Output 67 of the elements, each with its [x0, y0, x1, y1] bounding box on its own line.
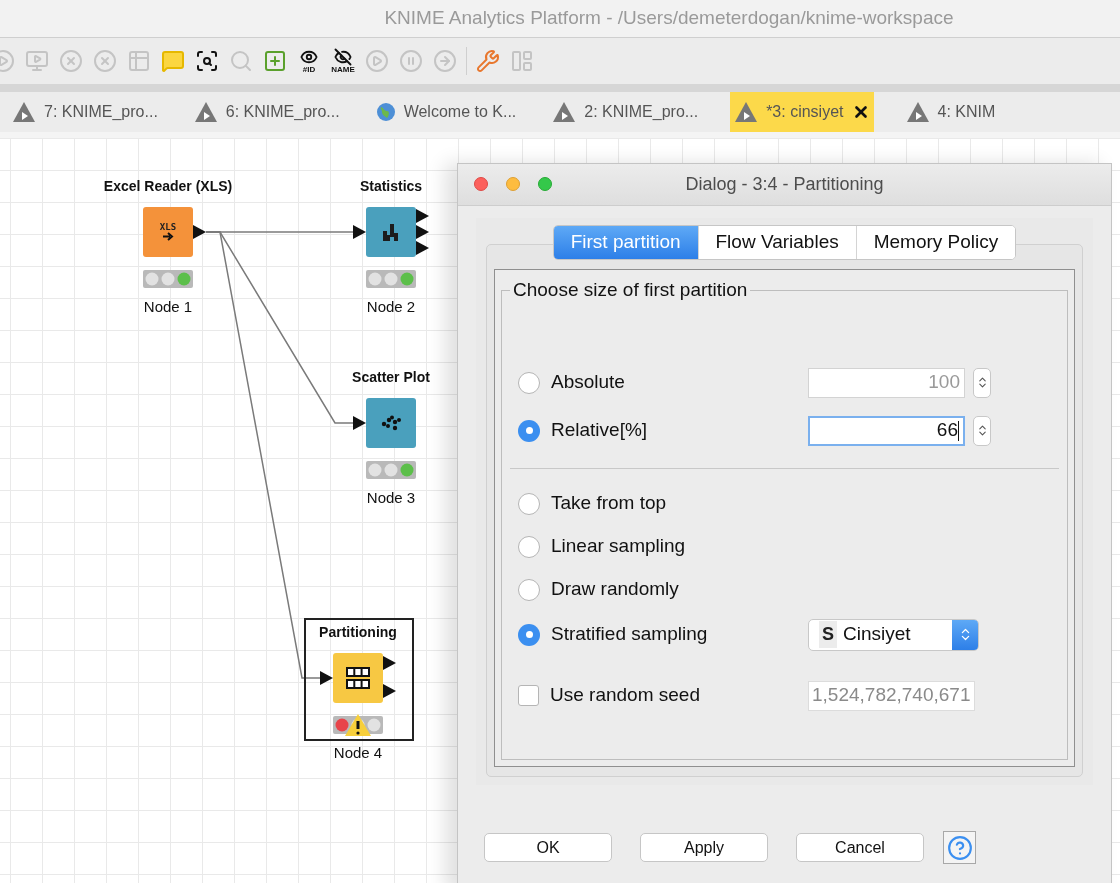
node-name: Partitioning: [319, 623, 397, 642]
maximize-button[interactable]: [538, 177, 552, 191]
node-label: Node 2: [366, 297, 416, 317]
magnifier-icon[interactable]: [195, 49, 219, 73]
radio-button[interactable]: [518, 535, 540, 558]
eye-icon: [300, 48, 318, 66]
dialog-tab[interactable]: Memory Policy: [855, 226, 1016, 259]
editor-tab[interactable]: 6: KNIME_pro...: [189, 92, 344, 132]
radio-button[interactable]: [518, 578, 540, 601]
node-label: Node 3: [366, 488, 416, 508]
group-title: Choose size of first partition: [512, 278, 749, 302]
arrow-icon: [162, 232, 174, 241]
wrench-icon[interactable]: [476, 49, 500, 73]
toolbar-button[interactable]: #ID: [292, 44, 326, 78]
number-field[interactable]: 66: [808, 415, 965, 446]
radio-label: Take from top: [551, 491, 667, 516]
editor-tab[interactable]: 2: KNIME_pro...: [548, 92, 703, 132]
node-name: Excel Reader (XLS): [103, 177, 233, 196]
node-box[interactable]: [366, 207, 416, 257]
crossed-eye-icon: [334, 48, 352, 66]
checkbox-label: Use random seed: [550, 683, 700, 708]
window-title: KNIME Analytics Platform - /Users/demeterdogan/knime-workspace: [384, 6, 954, 31]
globe-icon: [375, 102, 396, 122]
comment-icon[interactable]: [161, 49, 185, 73]
editor-tab[interactable]: 4: KNIM: [901, 92, 1000, 132]
spinner-buttons[interactable]: [973, 415, 991, 446]
help-button[interactable]: [943, 831, 976, 864]
dropdown-arrows[interactable]: [952, 619, 978, 650]
workflow-icon: [905, 101, 930, 123]
dialog-button[interactable]: Apply: [640, 833, 768, 862]
dialog-button[interactable]: OK: [484, 833, 612, 862]
toolbar-button[interactable]: NAME: [326, 44, 360, 78]
node-box[interactable]: [333, 653, 383, 703]
node-name: Scatter Plot: [352, 368, 430, 387]
radio-label: Linear sampling: [551, 534, 686, 559]
spinner-buttons[interactable]: [973, 367, 991, 398]
dialog-title: Dialog - 3:4 - Partitioning: [685, 173, 884, 196]
column-dropdown[interactable]: S Cinsiyet: [808, 618, 979, 651]
workflow-icon: [734, 101, 759, 123]
workflow-icon: [12, 101, 36, 123]
node-label: Node 1: [143, 297, 193, 317]
close-window-button[interactable]: [474, 177, 488, 191]
warning-icon: [344, 713, 372, 737]
scatter-dots-icon: [380, 415, 402, 431]
node-name: Statistics: [359, 177, 423, 196]
workflow-icon: [552, 101, 577, 123]
dialog-button[interactable]: Cancel: [796, 833, 924, 862]
dropdown-value: Cinsiyet: [843, 622, 912, 647]
table-partition-icon: [345, 666, 371, 690]
editor-tab[interactable]: *3: cinsiyet: [730, 92, 874, 132]
radio-button[interactable]: [518, 623, 540, 646]
radio-label: Draw randomly: [551, 577, 679, 602]
editor-tab[interactable]: Welcome to K...: [371, 92, 521, 132]
node-label: Node 4: [333, 743, 383, 763]
string-type-badge: S: [819, 621, 837, 648]
plus-square-icon[interactable]: [263, 49, 287, 73]
radio-button[interactable]: [518, 492, 540, 515]
node-box[interactable]: XLS: [143, 207, 193, 257]
radio-label: Stratified sampling: [551, 622, 708, 647]
editor-tab[interactable]: 7: KNIME_pro...: [8, 92, 162, 132]
workflow-icon: [193, 101, 218, 123]
node-box[interactable]: [366, 398, 416, 448]
radio-label: Relative[%]: [551, 418, 648, 443]
radio-button[interactable]: [518, 419, 540, 442]
minimize-button[interactable]: [506, 177, 520, 191]
radio-label: Absolute: [551, 370, 625, 395]
icon-label: XLS: [159, 223, 177, 232]
